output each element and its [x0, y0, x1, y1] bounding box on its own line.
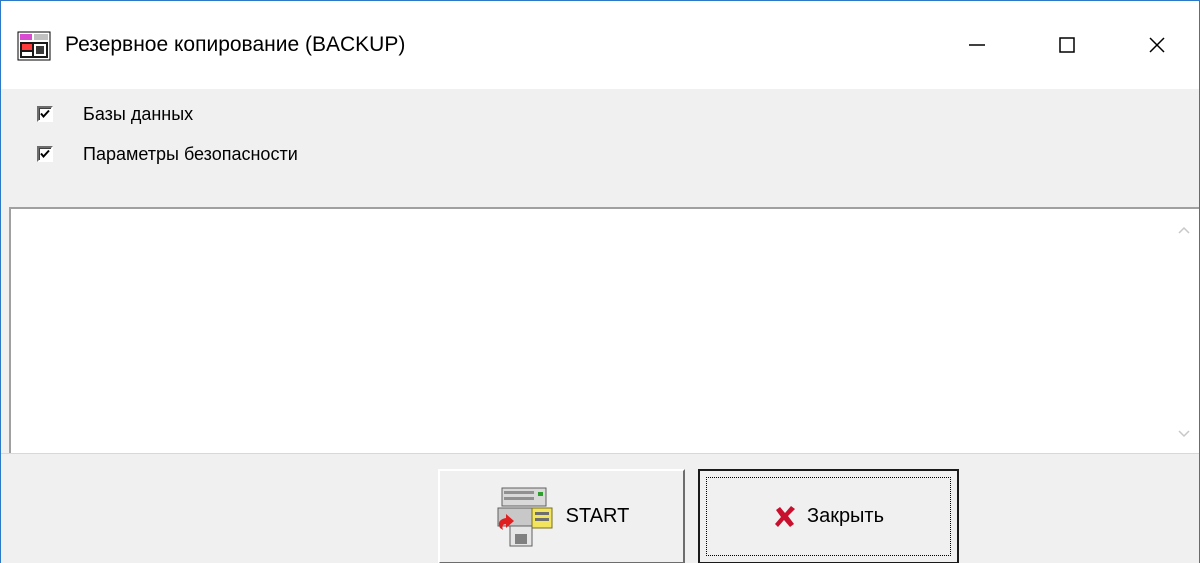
databases-label: Базы данных	[83, 103, 194, 124]
close-button[interactable]: Закрыть	[698, 469, 959, 563]
log-text	[15, 213, 1169, 449]
chevron-down-icon	[1178, 430, 1190, 438]
security-params-checkbox[interactable]	[37, 146, 53, 162]
backup-window: Резервное копирование (BACKUP) Базы данн…	[0, 0, 1200, 563]
start-button[interactable]: START	[438, 469, 685, 563]
scroll-down-button[interactable]	[1169, 419, 1199, 449]
divider	[1, 453, 1199, 454]
option-databases[interactable]: Базы данных	[37, 99, 193, 129]
log-scrollbar[interactable]	[1169, 209, 1199, 453]
backup-app-icon	[17, 31, 51, 61]
options-panel: Базы данных Параметры безопасности	[1, 89, 1199, 207]
start-label: START	[565, 505, 630, 527]
maximize-icon	[1059, 37, 1075, 53]
databases-checkbox[interactable]	[37, 106, 53, 122]
maximize-button[interactable]	[1037, 19, 1097, 71]
scroll-up-button[interactable]	[1169, 215, 1199, 245]
option-security-params[interactable]: Параметры безопасности	[37, 139, 298, 169]
backup-start-icon	[494, 486, 556, 548]
minimize-button[interactable]	[947, 19, 1007, 71]
focus-rectangle	[706, 477, 951, 556]
chevron-up-icon	[1178, 226, 1190, 234]
checkmark-icon	[40, 109, 50, 119]
title-bar[interactable]: Резервное копирование (BACKUP)	[1, 1, 1199, 89]
security-params-label: Параметры безопасности	[83, 143, 298, 164]
log-textarea[interactable]	[9, 207, 1199, 453]
minimize-icon	[969, 44, 985, 46]
window-title: Резервное копирование (BACKUP)	[65, 33, 406, 56]
close-icon	[1149, 37, 1165, 53]
checkmark-icon	[40, 149, 50, 159]
close-window-button[interactable]	[1127, 19, 1187, 71]
